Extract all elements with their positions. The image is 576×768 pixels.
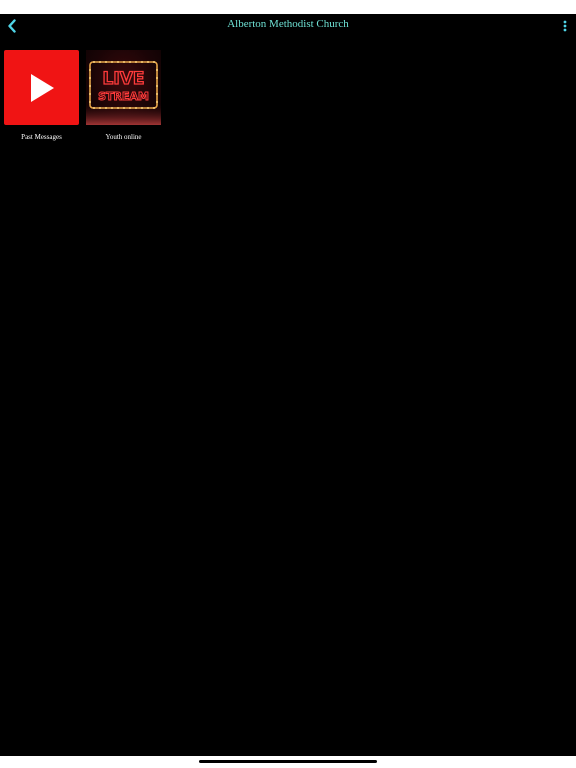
live-sign-text: LIVE <box>103 69 145 89</box>
tile-past-messages[interactable]: Past Messages <box>4 50 79 141</box>
youtube-play-icon <box>4 50 79 125</box>
page-title: Alberton Methodist Church <box>227 18 349 30</box>
navigation-bar: Alberton Methodist Church <box>0 14 576 38</box>
tile-label: Youth online <box>105 133 142 141</box>
home-indicator[interactable] <box>199 760 377 763</box>
more-options-button[interactable] <box>558 17 572 35</box>
stream-sign-text: STREAM <box>98 90 149 103</box>
tile-youth-online[interactable]: LIVE STREAM Youth online <box>86 50 161 141</box>
tile-label: Past Messages <box>21 133 62 141</box>
more-vertical-icon <box>563 20 567 32</box>
tile-grid: Past Messages LIVE STREAM Youth online <box>4 50 161 141</box>
live-stream-sign: LIVE STREAM <box>86 50 161 125</box>
app-screen: Alberton Methodist Church Past Messages <box>0 14 576 756</box>
